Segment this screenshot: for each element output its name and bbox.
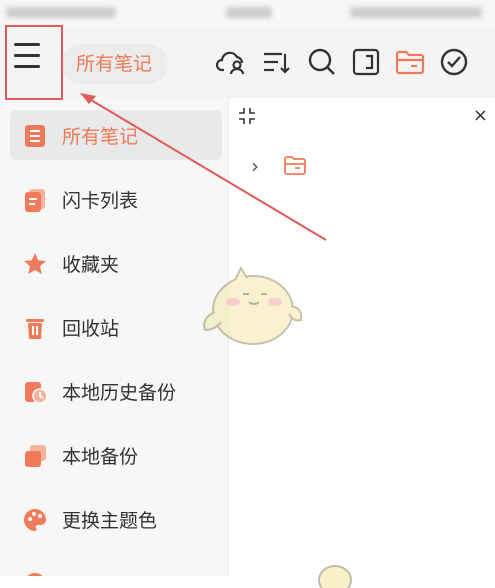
drawer-item-theme-color[interactable]: 更换主题色 xyxy=(10,494,222,544)
drawer-item-label: 本地历史备份 xyxy=(62,382,177,404)
mascot-illustration xyxy=(203,265,303,345)
folder-icon xyxy=(283,154,307,176)
drawer-item-history-backup[interactable]: 本地历史备份 xyxy=(10,366,222,416)
drawer-item-label: 收藏夹 xyxy=(62,254,120,276)
status-bar xyxy=(0,0,495,26)
chevron-right-icon[interactable]: › xyxy=(251,154,259,178)
note-list-icon xyxy=(22,123,48,149)
drawer-item-all-notes[interactable]: 所有笔记 xyxy=(10,110,222,160)
menu-icon xyxy=(14,43,40,46)
status-right-blur xyxy=(350,7,482,18)
sort-icon[interactable] xyxy=(260,46,292,78)
history-backup-icon xyxy=(22,379,48,405)
notebook-icon[interactable] xyxy=(350,46,382,78)
drawer-item-favorites[interactable]: 收藏夹 xyxy=(10,238,222,288)
trash-icon xyxy=(22,315,48,341)
folder-icon[interactable] xyxy=(394,46,426,78)
drawer-item-label: 本地备份 xyxy=(62,446,139,468)
check-circle-icon[interactable] xyxy=(438,46,470,78)
drawer-item-label: 闪卡列表 xyxy=(62,190,139,212)
star-icon xyxy=(22,251,48,277)
drawer-item-label: 回收站 xyxy=(62,318,120,340)
status-left-blur xyxy=(6,7,116,18)
folder-tree-row[interactable]: › xyxy=(247,152,337,180)
page-title-pill[interactable]: 所有笔记 xyxy=(60,44,168,84)
drawer-item-label: 更换主题色 xyxy=(62,510,158,532)
partial-icon xyxy=(22,571,48,576)
status-time-blur xyxy=(226,7,272,18)
drawer-item-flashcards[interactable]: 闪卡列表 xyxy=(10,174,222,224)
drawer-item-label: 所有笔记 xyxy=(62,126,139,148)
drawer-item-local-backup[interactable]: 本地备份 xyxy=(10,430,222,480)
cloud-user-icon[interactable] xyxy=(215,46,248,78)
local-backup-icon xyxy=(22,443,48,469)
main-pane: × › xyxy=(203,98,495,588)
collapse-icon[interactable] xyxy=(237,106,257,126)
search-icon[interactable] xyxy=(306,46,338,78)
drawer-item-trash[interactable]: 回收站 xyxy=(10,302,222,352)
palette-icon xyxy=(22,507,48,533)
menu-button[interactable] xyxy=(10,34,44,70)
flashcard-icon xyxy=(22,187,48,213)
drawer-item-partial[interactable] xyxy=(10,558,222,576)
mascot-small-illustration xyxy=(318,565,352,588)
close-icon[interactable]: × xyxy=(473,106,488,126)
